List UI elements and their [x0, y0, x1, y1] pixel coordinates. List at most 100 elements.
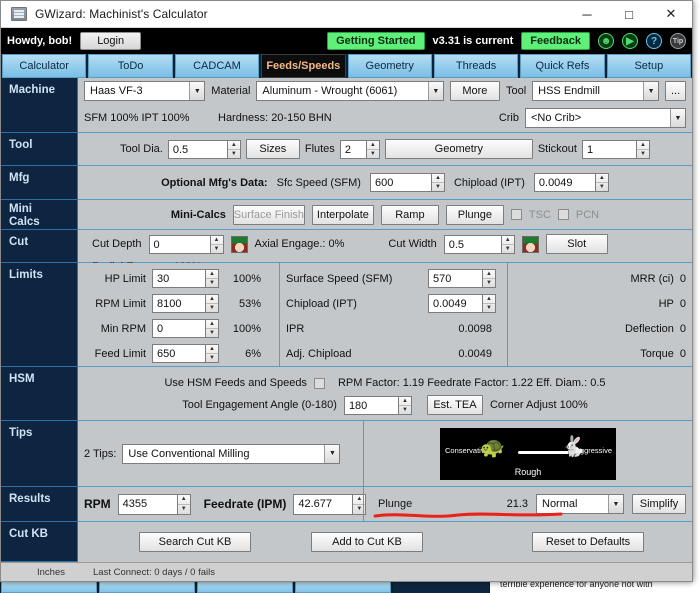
help-question-icon[interactable]: ?	[646, 33, 662, 49]
sidebar-item-mfg[interactable]: Mfg	[1, 166, 77, 200]
min-rpm-input[interactable]: 0	[152, 319, 206, 338]
rpm-limit-input[interactable]: 8100	[152, 294, 206, 313]
cut-depth-spin-arrows[interactable]: ▲▼	[211, 235, 224, 254]
chipload-input[interactable]: 0.0049	[428, 294, 483, 313]
est-tea-button[interactable]: Est. TEA	[427, 395, 483, 415]
rpm-limit-stepper[interactable]: 8100 ▲▼	[152, 294, 219, 313]
tool-dia-stepper[interactable]: 0.5 ▲▼	[168, 140, 241, 159]
tea-spin-arrows[interactable]: ▲▼	[399, 396, 412, 415]
cut-width-input[interactable]: 0.5	[444, 235, 502, 254]
more-button[interactable]: More	[450, 81, 500, 101]
sidebar-item-tips[interactable]: Tips	[1, 421, 77, 487]
mfg-chipload-input[interactable]: 0.0049	[534, 173, 596, 192]
sidebar-item-results[interactable]: Results	[1, 487, 77, 522]
feed-limit-input[interactable]: 650	[152, 344, 206, 363]
feedback-button[interactable]: Feedback	[521, 32, 590, 50]
chipload-stepper[interactable]: 0.0049 ▲▼	[428, 294, 496, 313]
sidebar-item-cut[interactable]: Cut	[1, 230, 77, 263]
hp-limit-input[interactable]: 30	[152, 269, 206, 288]
cut-width-spin-arrows[interactable]: ▲▼	[502, 235, 515, 254]
add-to-cut-kb-button[interactable]: Add to Cut KB	[311, 532, 423, 552]
sizes-button[interactable]: Sizes	[246, 139, 300, 159]
stickout-spin-arrows[interactable]: ▲▼	[637, 140, 650, 159]
mfg-chipload-spin-arrows[interactable]: ▲▼	[596, 173, 609, 192]
plunge-mode-select[interactable]: Normal ▼	[536, 494, 624, 514]
geometry-button[interactable]: Geometry	[385, 139, 533, 159]
chevron-down-icon[interactable]: ▼	[643, 82, 658, 100]
tab-todo[interactable]: ToDo	[88, 54, 172, 78]
material-select[interactable]: Aluminum - Wrought (6061) ▼	[256, 81, 443, 101]
sidebar-item-limits[interactable]: Limits	[1, 263, 77, 367]
hp-limit-stepper[interactable]: 30 ▲▼	[152, 269, 219, 288]
surface-speed-stepper[interactable]: 570 ▲▼	[428, 269, 496, 288]
rpm-stepper[interactable]: 4355 ▲▼	[118, 494, 191, 515]
cut-depth-stepper[interactable]: 0 ▲▼	[149, 235, 224, 254]
tool-dia-input[interactable]: 0.5	[168, 140, 228, 159]
chevron-down-icon[interactable]: ▼	[189, 82, 204, 100]
rpm-spin-arrows[interactable]: ▲▼	[178, 494, 191, 515]
sidebar-item-mini-calcs[interactable]: Mini Calcs	[1, 200, 77, 230]
smiley-face-icon[interactable]: ☻	[598, 33, 614, 49]
surface-speed-input[interactable]: 570	[428, 269, 483, 288]
tea-input[interactable]: 180	[344, 396, 399, 415]
stickout-stepper[interactable]: 1 ▲▼	[582, 140, 650, 159]
sidebar-item-tool[interactable]: Tool	[1, 133, 77, 166]
flutes-stepper[interactable]: 2 ▲▼	[340, 140, 380, 159]
tea-stepper[interactable]: 180 ▲▼	[344, 396, 412, 415]
radial-engagement-icon[interactable]	[522, 236, 539, 253]
tab-setup[interactable]: Setup	[607, 54, 691, 78]
flutes-input[interactable]: 2	[340, 140, 367, 159]
min-rpm-stepper[interactable]: 0 ▲▼	[152, 319, 219, 338]
crib-select[interactable]: <No Crib> ▼	[525, 108, 686, 128]
simplify-button[interactable]: Simplify	[632, 494, 686, 514]
tab-calculator[interactable]: Calculator	[2, 54, 86, 78]
sidebar-item-cut-kb[interactable]: Cut KB	[1, 522, 77, 562]
chipload-spin-arrows[interactable]: ▲▼	[483, 294, 496, 313]
sfc-speed-spin-arrows[interactable]: ▲▼	[432, 173, 445, 192]
tool-browse-button[interactable]: ...	[665, 81, 686, 101]
search-cut-kb-button[interactable]: Search Cut KB	[139, 532, 251, 552]
plunge-button[interactable]: Plunge	[446, 205, 504, 225]
getting-started-button[interactable]: Getting Started	[327, 32, 424, 50]
cut-depth-input[interactable]: 0	[149, 235, 211, 254]
reset-to-defaults-button[interactable]: Reset to Defaults	[532, 532, 644, 552]
min-rpm-spin-arrows[interactable]: ▲▼	[206, 319, 219, 338]
mfg-chipload-stepper[interactable]: 0.0049 ▲▼	[534, 173, 609, 192]
use-hsm-checkbox[interactable]	[314, 378, 325, 389]
tip-icon[interactable]: Tip	[670, 33, 686, 49]
tab-geometry[interactable]: Geometry	[348, 54, 432, 78]
feed-limit-spin-arrows[interactable]: ▲▼	[206, 344, 219, 363]
slot-button[interactable]: Slot	[546, 234, 608, 254]
tsc-checkbox[interactable]	[511, 209, 522, 220]
tab-cadcam[interactable]: CADCAM	[175, 54, 259, 78]
hp-limit-spin-arrows[interactable]: ▲▼	[206, 269, 219, 288]
interpolate-button[interactable]: Interpolate	[312, 205, 374, 225]
pcn-checkbox[interactable]	[558, 209, 569, 220]
cut-width-stepper[interactable]: 0.5 ▲▼	[444, 235, 515, 254]
tab-feeds-speeds[interactable]: Feeds/Speeds	[261, 54, 345, 78]
sidebar-item-hsm[interactable]: HSM	[1, 367, 77, 421]
minimize-button[interactable]: ─	[566, 1, 608, 27]
maximize-button[interactable]: □	[608, 1, 650, 27]
tool-dia-spin-arrows[interactable]: ▲▼	[228, 140, 241, 159]
video-tutorial-icon[interactable]: ▶	[622, 33, 638, 49]
close-button[interactable]: ✕	[650, 1, 692, 27]
tab-quick-refs[interactable]: Quick Refs	[520, 54, 604, 78]
login-button[interactable]: Login	[80, 32, 141, 50]
tab-threads[interactable]: Threads	[434, 54, 518, 78]
sfc-speed-input[interactable]: 600	[370, 173, 432, 192]
conservative-aggressive-slider[interactable]: Conservative 🐢 🐇 Aggressive Rough	[440, 428, 616, 480]
tool-select[interactable]: HSS Endmill ▼	[532, 81, 659, 101]
axial-engagement-icon[interactable]	[231, 236, 248, 253]
sidebar-item-machine[interactable]: Machine	[1, 78, 77, 133]
stickout-input[interactable]: 1	[582, 140, 637, 159]
rpm-limit-spin-arrows[interactable]: ▲▼	[206, 294, 219, 313]
machine-select[interactable]: Haas VF-3 ▼	[84, 81, 205, 101]
feed-limit-stepper[interactable]: 650 ▲▼	[152, 344, 219, 363]
rpm-input[interactable]: 4355	[118, 494, 178, 515]
chevron-down-icon[interactable]: ▼	[324, 445, 339, 463]
surface-speed-spin-arrows[interactable]: ▲▼	[483, 269, 496, 288]
ramp-button[interactable]: Ramp	[381, 205, 439, 225]
feedrate-stepper[interactable]: 42.677 ▲▼	[293, 494, 366, 515]
flutes-spin-arrows[interactable]: ▲▼	[367, 140, 380, 159]
